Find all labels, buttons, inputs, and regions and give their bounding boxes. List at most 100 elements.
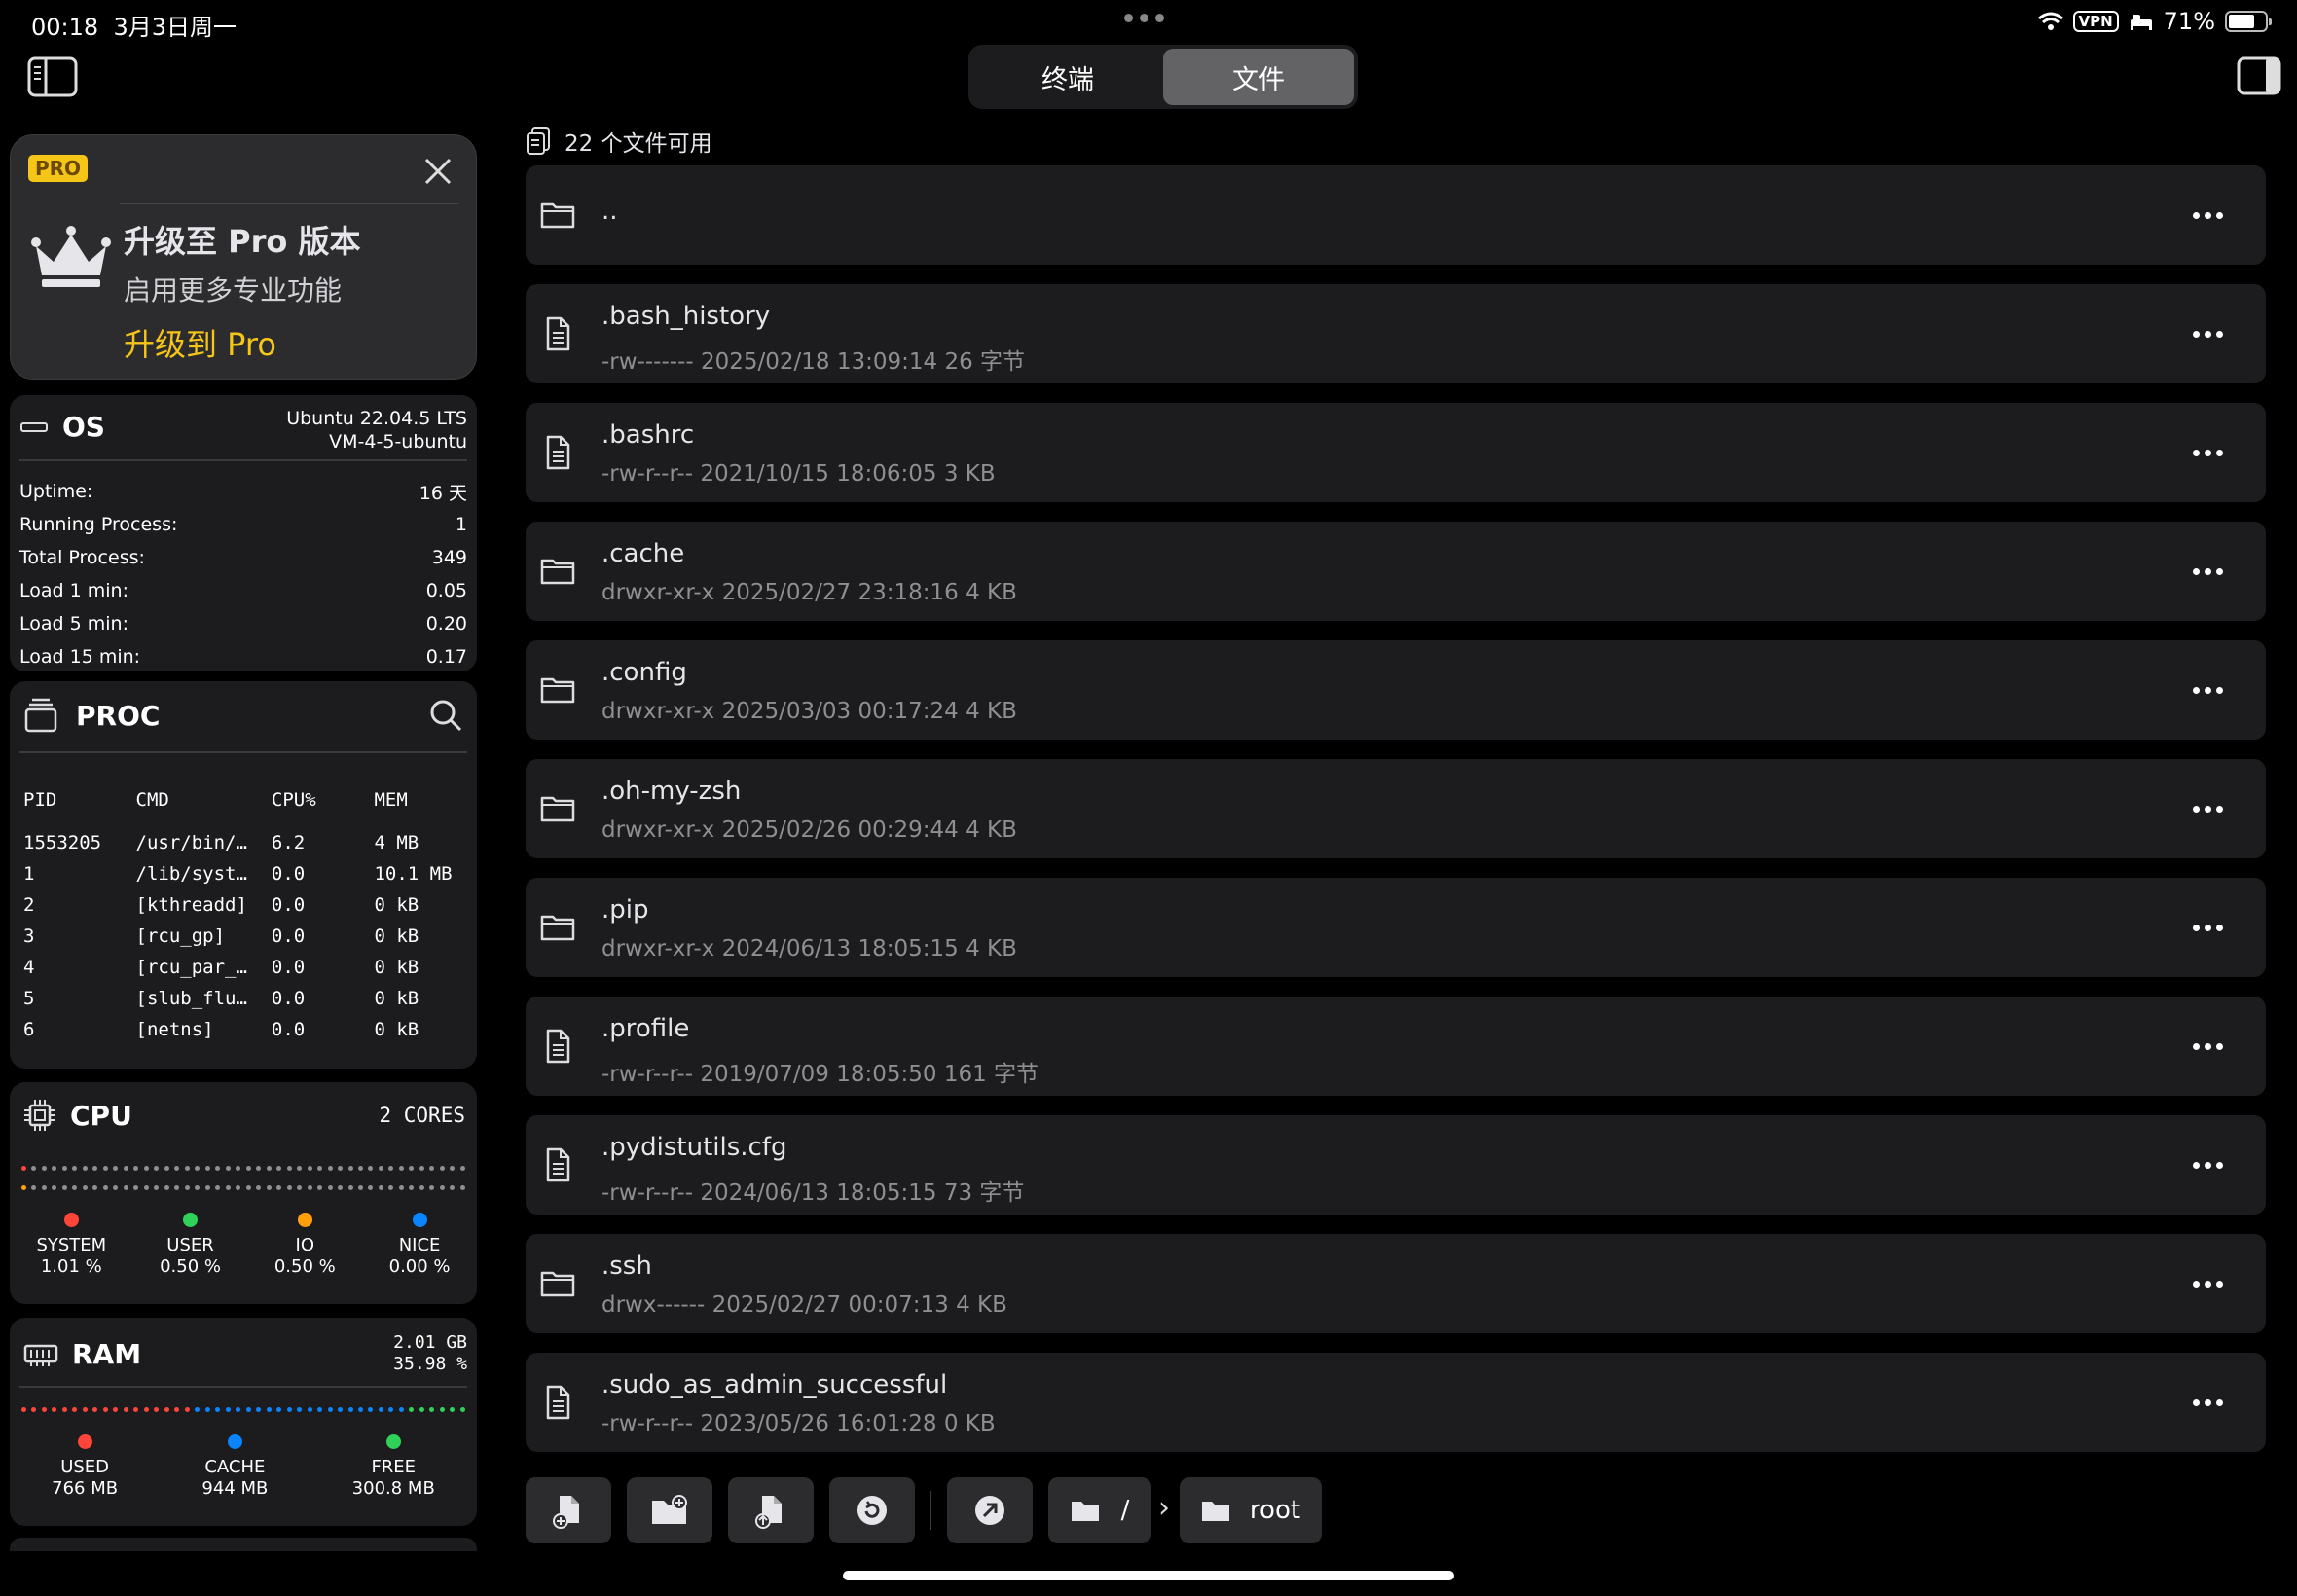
inspector-toggle-icon[interactable] — [2237, 56, 2281, 95]
legend-value: 1.01 % — [40, 1256, 102, 1277]
more-options-icon[interactable] — [2193, 806, 2223, 813]
home-indicator[interactable] — [843, 1571, 1454, 1580]
os-stat-row: Uptime: 16 天 — [19, 475, 467, 508]
file-name: .pydistutils.cfg — [602, 1133, 787, 1162]
column-header-cmd[interactable]: CMD — [136, 789, 272, 811]
process-row[interactable]: 1553205/usr/bin/… 6.2 4 MB — [23, 827, 471, 858]
process-row[interactable]: 3 [rcu_gp] 0.0 0 kB — [23, 921, 471, 952]
process-mem: 0 kB — [374, 894, 419, 916]
more-options-icon[interactable] — [2193, 687, 2223, 694]
sidebar-toggle-icon[interactable] — [27, 56, 78, 97]
meter-dot — [184, 1185, 190, 1190]
path-separator: › — [1158, 1491, 1170, 1525]
process-cmd: /usr/bin/… — [135, 832, 247, 853]
process-row[interactable]: 4 [rcu_par_… 0.0 0 kB — [23, 952, 471, 983]
process-mem: 0 kB — [374, 1019, 419, 1040]
file-meta: drwxr-xr-x 2025/02/26 00:29:44 4 KB — [602, 817, 1017, 843]
file-row[interactable]: .sudo_as_admin_successful -rw-r--r-- 2023… — [526, 1353, 2266, 1452]
go-to-path-button[interactable] — [947, 1477, 1033, 1543]
tab-terminal[interactable]: 终端 — [972, 49, 1163, 105]
column-header-pid[interactable]: PID — [23, 789, 136, 811]
folder-icon — [1201, 1502, 1229, 1521]
chip-icon — [24, 1100, 55, 1131]
multitasking-dots-icon[interactable] — [1124, 14, 1164, 22]
process-row[interactable]: 2 [kthreadd] 0.0 0 kB — [23, 889, 471, 921]
column-header-mem[interactable]: MEM — [374, 789, 471, 811]
column-header-cpu[interactable]: CPU% — [272, 789, 375, 811]
path-root-button[interactable]: / — [1048, 1477, 1151, 1543]
file-name: .ssh — [602, 1251, 652, 1281]
process-row[interactable]: 5 [slub_flu… 0.0 0 kB — [23, 983, 471, 1014]
file-row[interactable]: .ssh drwx------ 2025/02/27 00:07:13 4 KB — [526, 1234, 2266, 1333]
meter-dot — [357, 1185, 363, 1190]
more-options-icon[interactable] — [2193, 1399, 2223, 1406]
meter-dot — [368, 1407, 374, 1412]
legend-label: USER — [166, 1235, 214, 1255]
file-row[interactable]: .bash_history -rw------- 2025/02/18 13:09… — [526, 284, 2266, 383]
upload-file-icon — [755, 1496, 782, 1529]
file-row[interactable]: .pydistutils.cfg -rw-r--r-- 2024/06/13 18… — [526, 1115, 2266, 1215]
process-mem: 4 MB — [374, 832, 419, 853]
meter-dot — [123, 1185, 128, 1190]
upload-file-button[interactable] — [728, 1477, 814, 1543]
more-options-icon[interactable] — [2193, 925, 2223, 931]
file-row[interactable]: .. — [526, 165, 2266, 265]
os-info: Ubuntu 22.04.5 LTS VM-4-5-ubuntu — [286, 407, 467, 453]
os-stat-value: 16 天 — [419, 482, 467, 504]
meter-dot — [439, 1166, 445, 1171]
meter-dot — [21, 1166, 26, 1171]
process-cpu: 0.0 — [271, 863, 306, 885]
meter-dot — [256, 1185, 262, 1190]
os-stat-value: 0.05 — [425, 580, 467, 601]
meter-dot — [398, 1166, 404, 1171]
process-row[interactable]: 6 [netns] 0.0 0 kB — [23, 1014, 471, 1045]
legend-item: USED 766 MB — [52, 1434, 118, 1500]
os-stat-label: Running Process: — [19, 514, 178, 535]
meter-dot — [61, 1166, 67, 1171]
legend-dot — [412, 1213, 427, 1227]
meter-dot — [368, 1166, 374, 1171]
meter-dot — [164, 1166, 169, 1171]
legend-value: 0.00 % — [388, 1256, 451, 1277]
meter-dot — [143, 1185, 149, 1190]
more-options-icon[interactable] — [2193, 212, 2223, 219]
os-stat-label: Load 15 min: — [19, 646, 141, 668]
file-row[interactable]: .profile -rw-r--r-- 2019/07/09 18:05:50 1… — [526, 997, 2266, 1096]
more-options-icon[interactable] — [2193, 568, 2223, 575]
more-options-icon[interactable] — [2193, 331, 2223, 338]
more-options-icon[interactable] — [2193, 450, 2223, 456]
process-pid: 2 — [23, 894, 35, 916]
ram-total: 2.01 GB — [393, 1332, 467, 1353]
file-row[interactable]: .pip drwxr-xr-x 2024/06/13 18:05:15 4 KB — [526, 878, 2266, 977]
meter-dot — [338, 1407, 344, 1412]
legend-label: IO — [295, 1235, 315, 1255]
file-row[interactable]: .config drwxr-xr-x 2025/03/03 00:17:24 4 … — [526, 640, 2266, 740]
more-options-icon[interactable] — [2193, 1043, 2223, 1050]
meter-dot — [184, 1166, 190, 1171]
refresh-button[interactable] — [829, 1477, 915, 1543]
process-row[interactable]: 1/lib/syst… 0.0 10.1 MB — [23, 858, 471, 889]
new-folder-button[interactable] — [627, 1477, 712, 1543]
file-row[interactable]: .bashrc -rw-r--r-- 2021/10/15 18:06:05 3 … — [526, 403, 2266, 502]
meter-dot — [327, 1185, 333, 1190]
more-options-icon[interactable] — [2193, 1162, 2223, 1169]
meter-dot — [21, 1185, 26, 1190]
new-file-button[interactable] — [526, 1477, 611, 1543]
more-options-icon[interactable] — [2193, 1281, 2223, 1288]
search-icon[interactable] — [428, 698, 463, 733]
meter-dot — [225, 1185, 231, 1190]
folder-icon — [540, 559, 575, 585]
folder-icon — [540, 677, 575, 704]
meter-dot — [204, 1166, 210, 1171]
status-indicators: VPN 71% — [2037, 8, 2272, 35]
tab-files[interactable]: 文件 — [1163, 49, 1354, 105]
path-current-button[interactable]: root — [1180, 1477, 1322, 1543]
upgrade-link[interactable]: 升级到 Pro — [124, 320, 276, 365]
meter-dot — [225, 1407, 231, 1412]
file-row[interactable]: .cache drwxr-xr-x 2025/02/27 23:18:16 4 K… — [526, 522, 2266, 621]
divider — [19, 1386, 467, 1388]
meter-dot — [286, 1407, 292, 1412]
file-row[interactable]: .oh-my-zsh drwxr-xr-x 2025/02/26 00:29:44… — [526, 759, 2266, 858]
meter-dot — [439, 1185, 445, 1190]
close-icon[interactable] — [421, 155, 455, 188]
